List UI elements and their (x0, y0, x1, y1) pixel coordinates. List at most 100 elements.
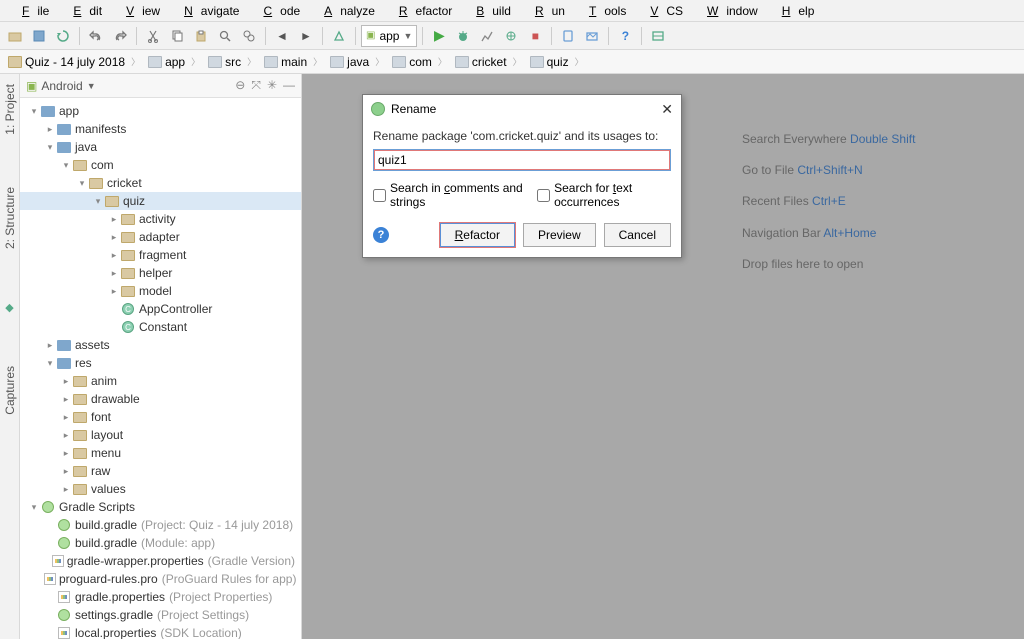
find-icon[interactable] (214, 25, 236, 47)
tree-arrow[interactable]: ▸ (60, 376, 72, 387)
menu-file[interactable]: File (6, 2, 57, 20)
back-icon[interactable]: ◄ (271, 25, 293, 47)
tree-arrow[interactable]: ▸ (44, 340, 56, 351)
tree-row[interactable]: build.gradle(Module: app) (20, 534, 301, 552)
tree-row[interactable]: ▸layout (20, 426, 301, 444)
tree-row[interactable]: ▾cricket (20, 174, 301, 192)
tree-row[interactable]: ▾res (20, 354, 301, 372)
tree-row[interactable]: ▸raw (20, 462, 301, 480)
undo-icon[interactable] (85, 25, 107, 47)
tree-row[interactable]: ▸drawable (20, 390, 301, 408)
breadcrumb-item[interactable]: app〉 (144, 51, 204, 73)
help-icon[interactable]: ? (373, 227, 389, 243)
stop-icon[interactable]: ■ (524, 25, 546, 47)
tree-arrow[interactable]: ▾ (44, 142, 56, 153)
tree-arrow[interactable]: ▾ (44, 358, 56, 369)
copy-icon[interactable] (166, 25, 188, 47)
menu-navigate[interactable]: Navigate (168, 2, 247, 20)
tree-arrow[interactable]: ▾ (28, 502, 40, 513)
menu-code[interactable]: Code (247, 2, 308, 20)
tree-row[interactable]: ▸model (20, 282, 301, 300)
tree-arrow[interactable]: ▾ (60, 160, 72, 171)
tree-row[interactable]: gradle.properties(Project Properties) (20, 588, 301, 606)
breadcrumb-item[interactable]: main〉 (260, 51, 326, 73)
profile-icon[interactable] (476, 25, 498, 47)
project-view-mode[interactable]: Android (41, 79, 82, 93)
tree-arrow[interactable]: ▸ (60, 412, 72, 423)
gutter-project[interactable]: 1: Project (1, 78, 19, 141)
tree-row[interactable]: ▾Gradle Scripts (20, 498, 301, 516)
tree-row[interactable]: ▸values (20, 480, 301, 498)
tree-row[interactable]: ▸activity (20, 210, 301, 228)
gutter-captures-icon[interactable]: ◆ (3, 295, 15, 320)
tree-arrow[interactable]: ▸ (60, 430, 72, 441)
breadcrumb-item[interactable]: java〉 (326, 51, 388, 73)
tree-arrow[interactable]: ▸ (60, 484, 72, 495)
save-icon[interactable] (28, 25, 50, 47)
tree-row[interactable]: ▸adapter (20, 228, 301, 246)
attach-debug-icon[interactable] (500, 25, 522, 47)
breadcrumb-item[interactable]: Quiz - 14 july 2018〉 (4, 51, 144, 73)
menu-edit[interactable]: Edit (57, 2, 110, 20)
tree-arrow[interactable]: ▸ (60, 448, 72, 459)
tree-arrow[interactable]: ▾ (28, 106, 40, 117)
tree-arrow[interactable]: ▸ (108, 214, 120, 225)
tree-row[interactable]: ▸menu (20, 444, 301, 462)
tree-row[interactable]: CAppController (20, 300, 301, 318)
tree-row[interactable]: ▾java (20, 138, 301, 156)
tree-row[interactable]: ▸manifests (20, 120, 301, 138)
preview-button[interactable]: Preview (523, 223, 596, 247)
menu-analyze[interactable]: Analyze (308, 2, 383, 20)
tree-row[interactable]: proguard-rules.pro(ProGuard Rules for ap… (20, 570, 301, 588)
menu-help[interactable]: Help (766, 2, 823, 20)
tree-arrow[interactable]: ▸ (60, 466, 72, 477)
gutter-structure[interactable]: 2: Structure (1, 181, 19, 255)
tree-row[interactable]: CConstant (20, 318, 301, 336)
menu-refactor[interactable]: Refactor (383, 2, 460, 20)
locate-icon[interactable]: ⤧ (251, 78, 261, 93)
tree-arrow[interactable]: ▸ (108, 232, 120, 243)
cut-icon[interactable] (142, 25, 164, 47)
tree-arrow[interactable]: ▸ (108, 268, 120, 279)
tree-row[interactable]: ▸assets (20, 336, 301, 354)
tree-row[interactable]: ▸font (20, 408, 301, 426)
replace-icon[interactable] (238, 25, 260, 47)
gutter-captures[interactable]: Captures (1, 360, 19, 421)
tree-arrow[interactable]: ▸ (108, 250, 120, 261)
layout-inspector-icon[interactable] (647, 25, 669, 47)
tree-row[interactable]: ▾quiz (20, 192, 301, 210)
breadcrumb-item[interactable]: quiz〉 (526, 51, 588, 73)
menu-window[interactable]: Window (691, 2, 766, 20)
menu-tools[interactable]: Tools (573, 2, 634, 20)
close-icon[interactable]: ✕ (661, 101, 673, 118)
menu-run[interactable]: Run (519, 2, 573, 20)
tree-arrow[interactable]: ▾ (76, 178, 88, 189)
refactor-button[interactable]: Refactor (440, 223, 515, 247)
debug-icon[interactable] (452, 25, 474, 47)
run-config-combo[interactable]: ▣ app ▼ (361, 25, 417, 47)
tree-arrow[interactable]: ▾ (92, 196, 104, 207)
tree-row[interactable]: ▾app (20, 102, 301, 120)
tree-row[interactable]: ▾com (20, 156, 301, 174)
search-comments-checkbox[interactable]: Search in comments and strings (373, 181, 527, 209)
tree-arrow[interactable]: ▸ (60, 394, 72, 405)
tree-arrow[interactable]: ▸ (108, 286, 120, 297)
menu-vcs[interactable]: VCS (634, 2, 691, 20)
run-icon[interactable]: ▶ (428, 25, 450, 47)
project-tree[interactable]: ▾app▸manifests▾java▾com▾cricket▾quiz▸act… (20, 98, 301, 639)
sdk-icon[interactable] (581, 25, 603, 47)
tree-row[interactable]: ▸helper (20, 264, 301, 282)
menu-view[interactable]: View (110, 2, 168, 20)
settings-icon[interactable]: ✳ (267, 78, 277, 93)
tree-row[interactable]: ▸fragment (20, 246, 301, 264)
breadcrumb-item[interactable]: cricket〉 (451, 51, 526, 73)
rename-input[interactable] (373, 149, 671, 171)
breadcrumb-item[interactable]: src〉 (204, 51, 260, 73)
avd-icon[interactable] (557, 25, 579, 47)
open-icon[interactable] (4, 25, 26, 47)
search-text-checkbox[interactable]: Search for text occurrences (537, 181, 671, 209)
collapse-icon[interactable]: ⊖ (235, 78, 245, 93)
forward-icon[interactable]: ► (295, 25, 317, 47)
tree-row[interactable]: settings.gradle(Project Settings) (20, 606, 301, 624)
tree-row[interactable]: gradle-wrapper.properties(Gradle Version… (20, 552, 301, 570)
